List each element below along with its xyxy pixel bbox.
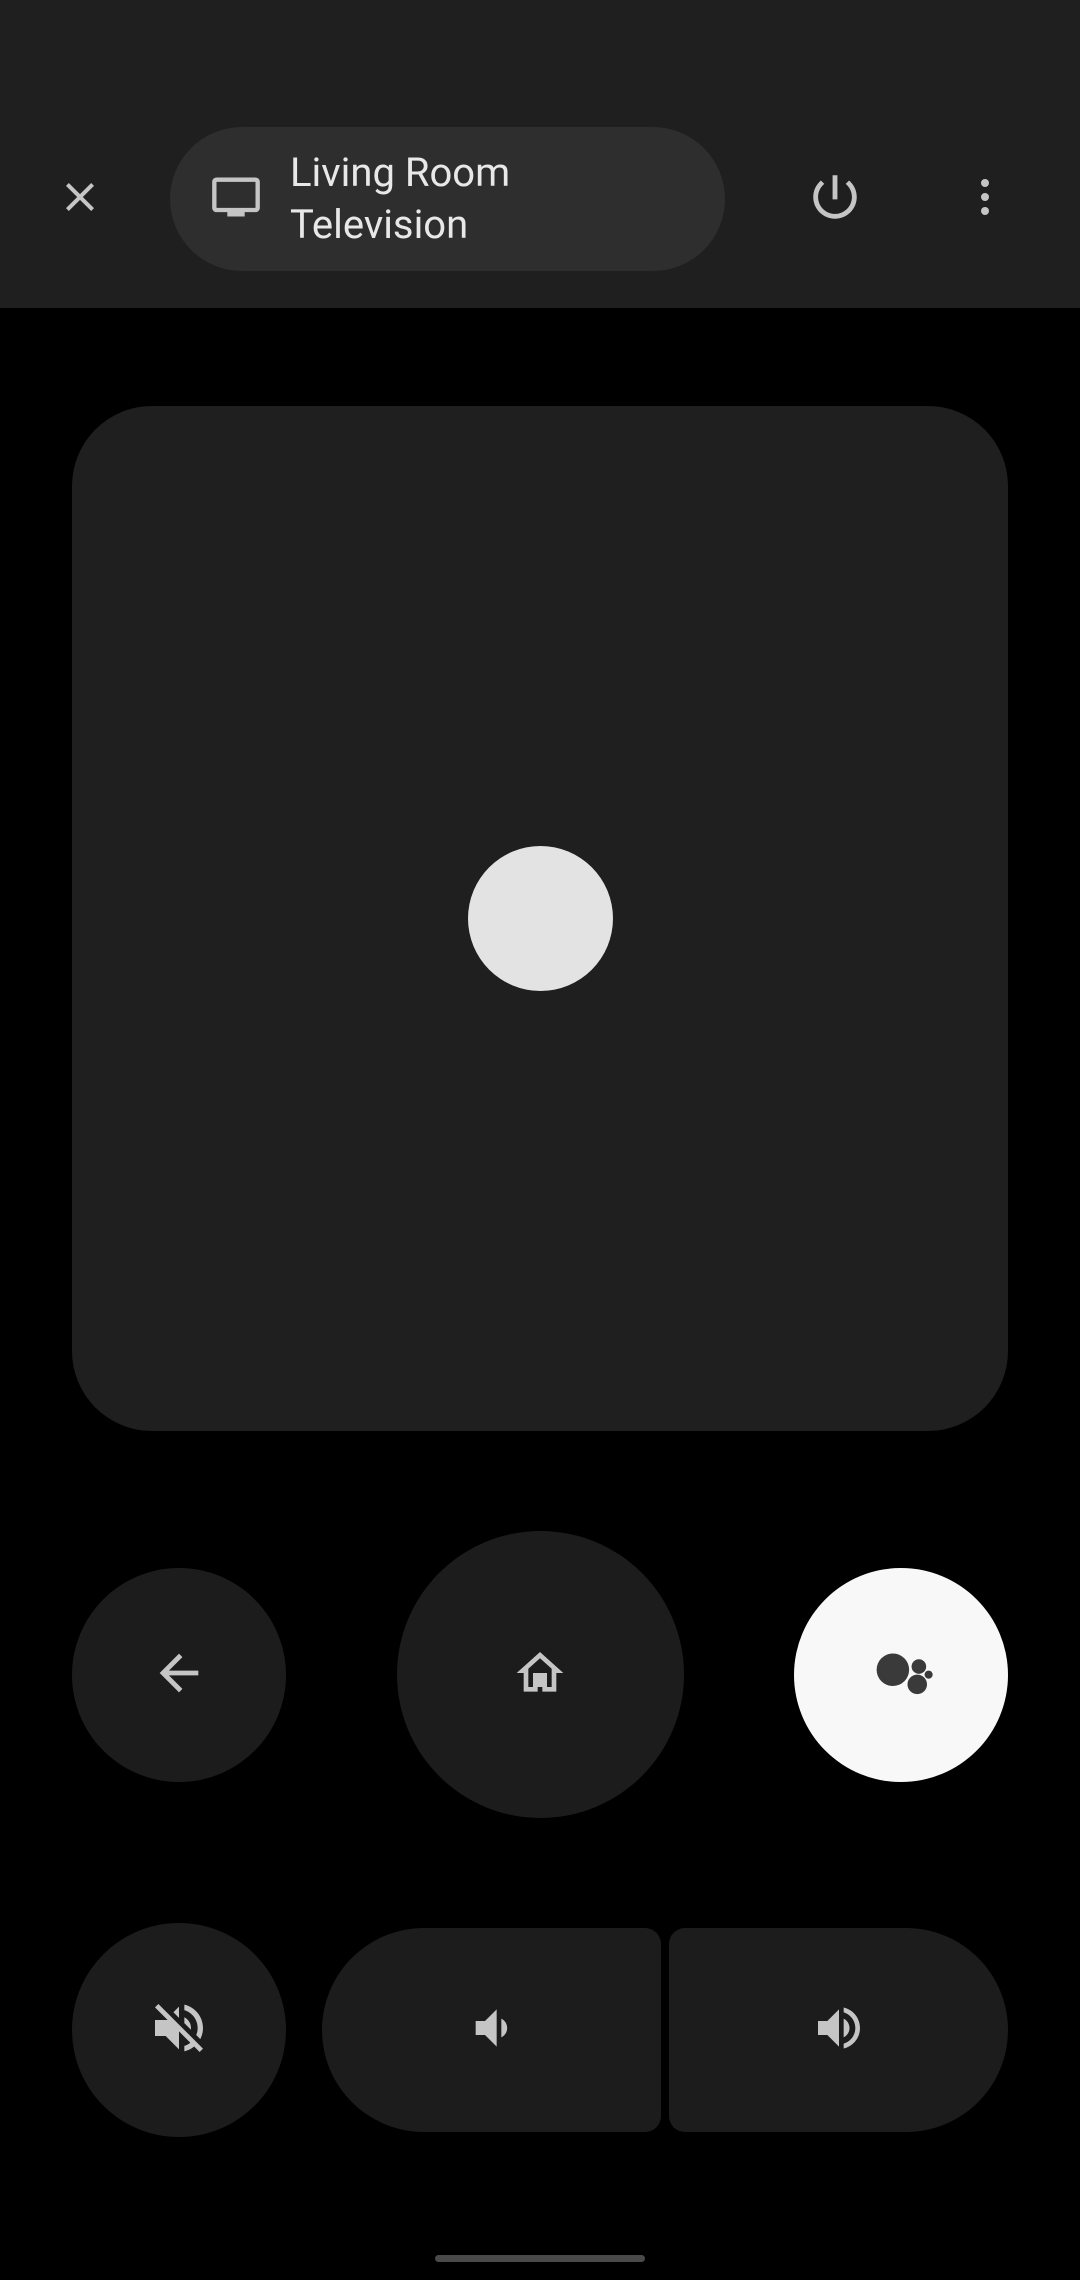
volume-pill xyxy=(322,1928,1008,2132)
trackpad[interactable] xyxy=(72,406,1008,1431)
more-vert-icon xyxy=(961,173,1009,225)
assistant-button[interactable] xyxy=(794,1568,1008,1782)
home-icon xyxy=(512,1645,568,1705)
navigation-handle[interactable] xyxy=(435,2255,645,2262)
close-icon xyxy=(56,173,104,225)
arrow-back-icon xyxy=(150,1644,208,1706)
close-button[interactable] xyxy=(40,159,120,239)
back-button[interactable] xyxy=(72,1568,286,1782)
assistant-icon xyxy=(862,1634,940,1716)
more-options-button[interactable] xyxy=(945,159,1025,239)
volume-off-icon xyxy=(147,1996,211,2064)
main-area xyxy=(0,308,1080,1431)
tv-icon xyxy=(210,171,262,227)
home-button[interactable] xyxy=(397,1531,684,1818)
volume-up-icon xyxy=(811,2000,867,2060)
volume-controls-row xyxy=(0,1923,1080,2137)
device-name-label: Living Room Television xyxy=(290,147,685,251)
mute-button[interactable] xyxy=(72,1923,286,2137)
power-button[interactable] xyxy=(795,159,875,239)
volume-down-icon xyxy=(464,2000,520,2060)
power-icon xyxy=(806,168,864,230)
nav-buttons-row xyxy=(0,1531,1080,1818)
trackpad-center-indicator xyxy=(468,846,613,991)
volume-up-button[interactable] xyxy=(669,1928,1008,2132)
header-bar: Living Room Television xyxy=(0,0,1080,308)
volume-down-button[interactable] xyxy=(322,1928,661,2132)
device-selector[interactable]: Living Room Television xyxy=(170,127,725,271)
